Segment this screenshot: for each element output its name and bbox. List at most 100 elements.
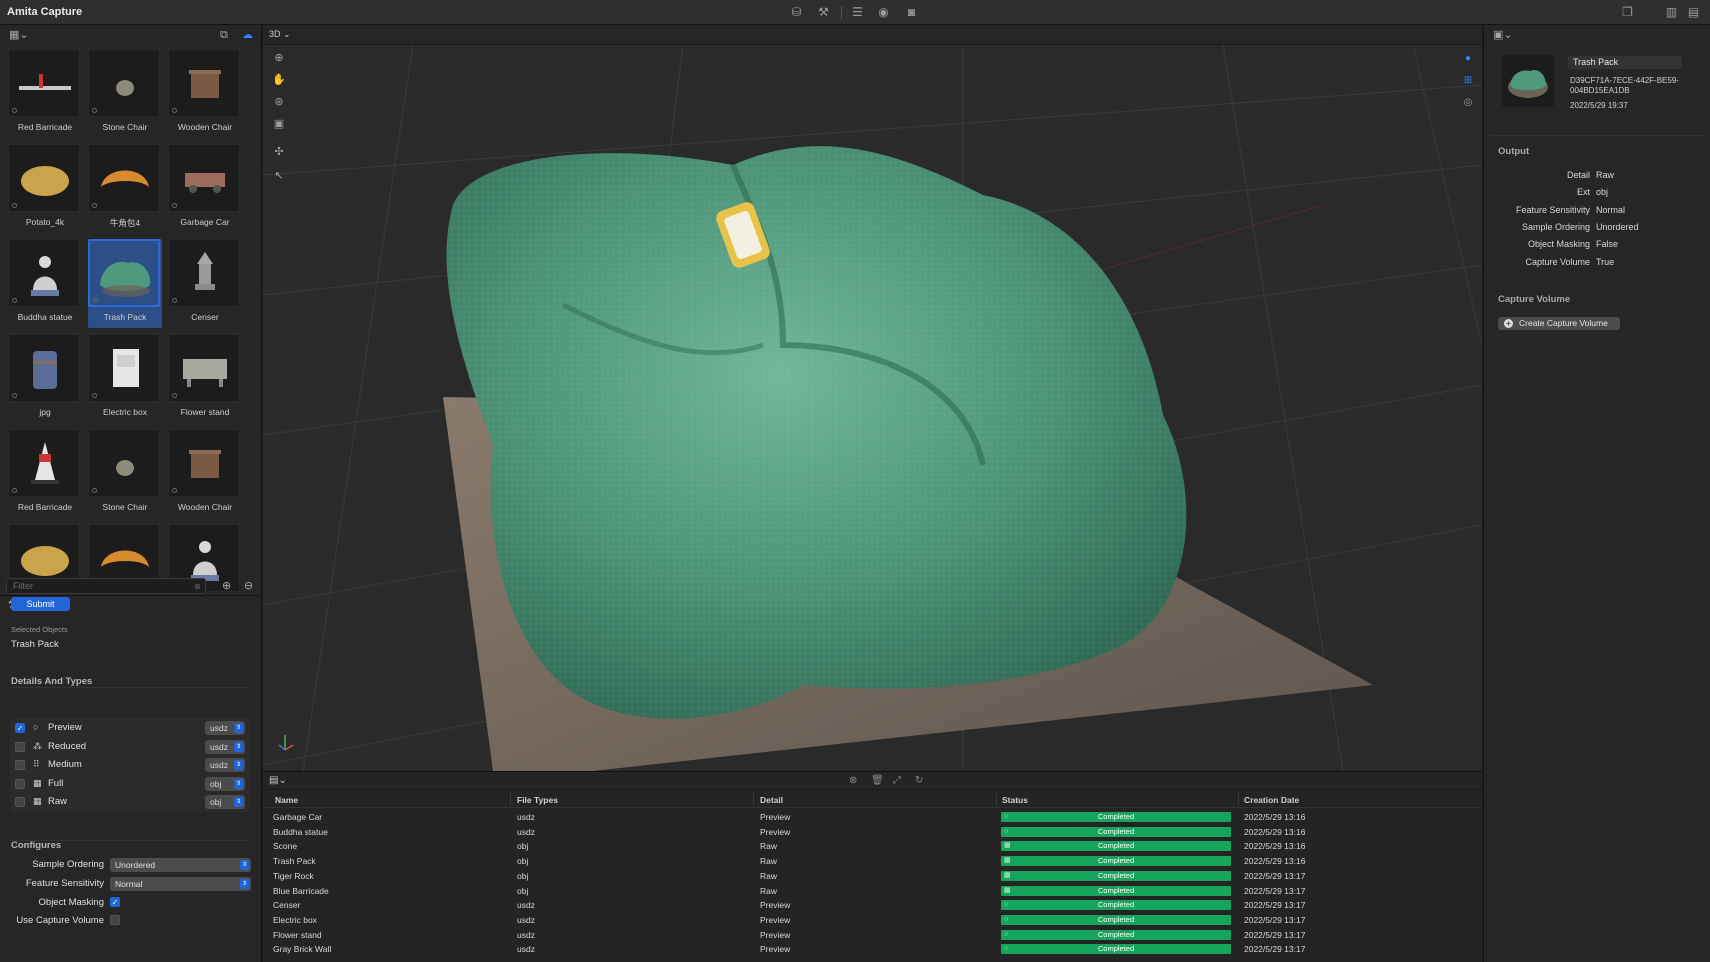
cloud-icon[interactable]: ☁	[242, 28, 253, 42]
job-status-bar: ○ Completed	[1001, 812, 1231, 822]
cancel-job-icon[interactable]: ⊗	[849, 775, 857, 786]
create-capture-volume-button[interactable]: + Create Capture Volume	[1498, 317, 1620, 330]
format-select[interactable]: obj ⇕	[205, 795, 245, 809]
library-item[interactable]: Red Barricade	[8, 429, 82, 512]
pan-hand-icon[interactable]: ✋	[272, 73, 286, 87]
table-row[interactable]: Electric box usdz Preview ○ Completed 2022/5/…	[263, 913, 1482, 928]
view-mode-menu[interactable]: 3D ⌄	[269, 29, 291, 40]
library-item-label: Electric box	[103, 407, 147, 417]
table-row[interactable]: Gray Brick Wall usdz Preview ○ Completed 2022…	[263, 942, 1482, 957]
status-dot-icon	[12, 108, 17, 113]
sample-ordering-value: Unordered	[115, 860, 156, 870]
job-status: Completed	[1097, 826, 1135, 836]
object-name-field[interactable]: Trash Pack	[1568, 56, 1682, 69]
orbit-icon[interactable]: ⊛	[272, 95, 286, 109]
expand-icon[interactable]: ⤢	[893, 775, 901, 786]
library-item[interactable]: Flower stand	[168, 334, 242, 417]
grid-view-icon[interactable]: ▦⌄	[9, 28, 29, 42]
format-select[interactable]: obj ⇕	[205, 776, 245, 791]
camera-icon[interactable]: ◙	[904, 5, 919, 20]
table-row[interactable]: Trash Pack obj Raw ▦ Completed 2022/5/29 13:1…	[263, 854, 1482, 869]
library-item[interactable]: Red Barricade	[8, 49, 82, 132]
detail-checkbox[interactable]	[15, 741, 25, 752]
copy-icon[interactable]: ❐	[1620, 5, 1635, 20]
job-creation-date: 2022/5/29 13:17	[1244, 929, 1306, 940]
settings-icon[interactable]: ◎	[1462, 97, 1474, 109]
format-select[interactable]: usdz ⇕	[205, 739, 245, 754]
detail-checkbox[interactable]	[15, 778, 25, 789]
frame-icon[interactable]: ▣	[272, 117, 286, 131]
trash-icon[interactable]: 🗑	[871, 775, 884, 786]
table-row[interactable]: Blue Barricade obj Raw ▦ Completed 2022/5/29 …	[263, 884, 1482, 899]
table-row[interactable]: Buddha statue usdz Preview ○ Completed 2022/5…	[263, 825, 1482, 840]
table-row[interactable]: Tiger Rock obj Raw ▦ Completed 2022/5/29 13:1…	[263, 869, 1482, 884]
photo-icon[interactable]: ⧉	[220, 28, 228, 42]
divider	[1490, 135, 1704, 136]
view-toggle-icon[interactable]: ●	[1462, 53, 1474, 65]
job-creation-date: 2022/5/29 13:16	[1244, 856, 1306, 867]
detail-checkbox[interactable]	[15, 797, 25, 807]
hammer-icon[interactable]: ⚒	[816, 5, 831, 20]
library-item[interactable]: Censer	[168, 239, 242, 322]
record-icon[interactable]: ◉	[876, 5, 891, 20]
column-header-name[interactable]: Name	[275, 795, 298, 805]
detail-label: Reduced	[48, 740, 87, 752]
job-creation-date: 2022/5/29 13:16	[1244, 841, 1306, 852]
format-select[interactable]: usdz ⇕	[205, 758, 245, 772]
column-header-status[interactable]: Status	[1002, 795, 1028, 805]
table-view-icon[interactable]: ▤⌄	[269, 775, 287, 786]
import-icon[interactable]: ⛁	[789, 5, 804, 20]
job-detail: Preview	[760, 914, 791, 925]
library-item[interactable]: Garbage Car	[168, 144, 242, 227]
table-row[interactable]: Scone obj Raw ▦ Completed 2022/5/29 13:16	[263, 839, 1482, 854]
library-item-thumbnail	[8, 334, 80, 402]
grid-toggle-icon[interactable]: ⊞	[1462, 75, 1474, 87]
chart-icon[interactable]: ▤	[1686, 5, 1701, 20]
status-dot-icon	[12, 203, 17, 208]
3d-viewport[interactable]: 3D ⌄ ⊕ ✋ ⊛ ▣ ✣ ↖ ● ⊞ ◎	[263, 25, 1482, 771]
library-item-label: Potato_4k	[25, 217, 65, 227]
move-icon[interactable]: ✣	[272, 145, 286, 159]
library-item[interactable]: Buddha statue	[8, 239, 82, 322]
library-item[interactable]: Wooden Chair	[168, 49, 242, 132]
library-item[interactable]: Stone Chair	[88, 429, 162, 512]
split-view-icon[interactable]: ▥	[1664, 5, 1679, 20]
object-masking-checkbox[interactable]: ✓	[110, 897, 120, 907]
format-select[interactable]: usdz ⇕	[205, 721, 245, 735]
refresh-icon[interactable]: ↻	[915, 775, 923, 786]
detail-checkbox[interactable]: ✓	[15, 723, 25, 733]
feature-sensitivity-select[interactable]: Normal ⇕	[110, 877, 251, 891]
zoom-in-icon[interactable]: ⊕	[222, 579, 231, 593]
output-key: Capture Volume	[1525, 256, 1590, 267]
job-detail: Preview	[760, 812, 791, 822]
sample-ordering-select[interactable]: Unordered ⇕	[110, 858, 251, 872]
pointer-icon[interactable]: ↖	[272, 169, 286, 183]
column-header-file-types[interactable]: File Types	[517, 795, 558, 805]
zoom-icon[interactable]: ⊕	[272, 51, 286, 65]
library-item[interactable]: Potato_4k	[8, 144, 82, 227]
layers-icon[interactable]: ☰	[850, 5, 865, 20]
chevron-updown-icon: ⇕	[234, 723, 243, 733]
library-item[interactable]: Wooden Chair	[168, 429, 242, 512]
filter-input[interactable]	[6, 578, 206, 594]
cart-model-icon	[185, 173, 225, 193]
job-file-type: usdz	[517, 826, 535, 837]
library-item[interactable]: Stone Chair	[88, 49, 162, 132]
library-item[interactable]: jpg	[8, 334, 82, 417]
clear-filter-icon[interactable]: ⊗	[194, 580, 201, 594]
detail-checkbox[interactable]	[15, 760, 25, 770]
table-row[interactable]: Censer usdz Preview ○ Completed 2022/5/29 13:…	[263, 898, 1482, 913]
library-item[interactable]: Electric box	[88, 334, 162, 417]
submit-button[interactable]: Submit	[11, 597, 70, 611]
library-item[interactable]: Trash Pack	[88, 239, 162, 328]
inspector-view-icon[interactable]: ▣⌄	[1493, 28, 1513, 42]
column-header-detail[interactable]: Detail	[760, 795, 783, 805]
table-row[interactable]: Garbage Car usdz Preview ○ Completed 2022/5/2…	[263, 810, 1482, 825]
library-item[interactable]: 牛角包4	[88, 144, 162, 229]
column-header-creation-date[interactable]: Creation Date	[1244, 795, 1299, 805]
zoom-out-icon[interactable]: ⊖	[244, 579, 253, 593]
use-capture-volume-checkbox[interactable]	[110, 915, 120, 925]
configures-title: Configures	[11, 840, 62, 851]
table-row[interactable]: Flower stand usdz Preview ○ Completed 2022/5/…	[263, 928, 1482, 943]
library-item-thumbnail	[88, 429, 160, 497]
